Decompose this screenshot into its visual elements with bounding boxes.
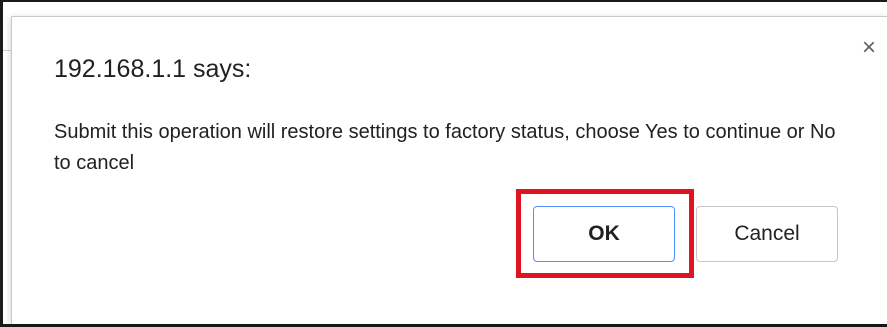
alert-dialog: × 192.168.1.1 says: Submit this operatio…	[11, 16, 887, 324]
dialog-message: Submit this operation will restore setti…	[54, 121, 836, 174]
frame-edge-top	[0, 0, 887, 2]
screenshot-frame: × 192.168.1.1 says: Submit this operatio…	[0, 0, 887, 327]
ok-button[interactable]: OK	[533, 206, 675, 262]
dialog-title: 192.168.1.1 says:	[54, 55, 252, 83]
cancel-button[interactable]: Cancel	[696, 206, 838, 262]
close-icon[interactable]: ×	[856, 35, 882, 61]
background-divider	[3, 50, 11, 51]
